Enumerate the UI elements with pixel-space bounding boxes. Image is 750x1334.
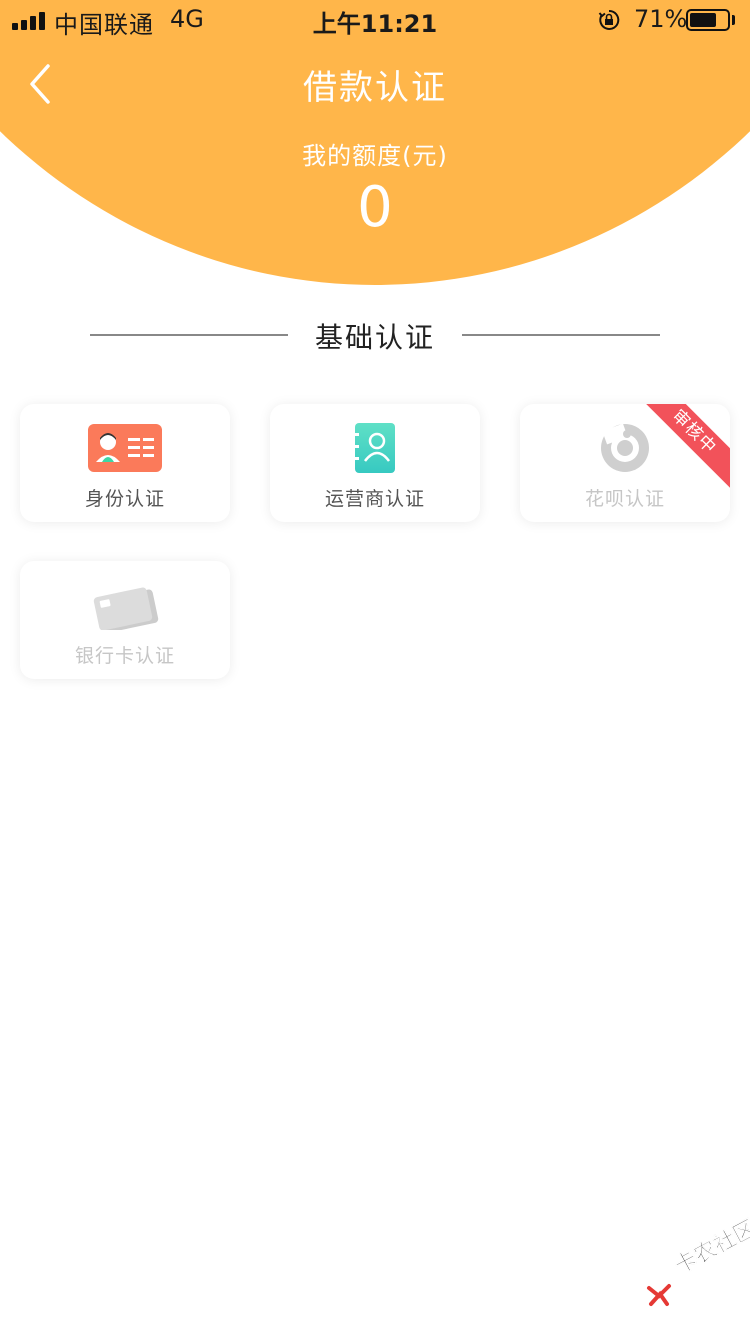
battery-fill [690,13,716,27]
card-label: 身份认证 [84,488,165,510]
community-watermark: 卡农社区 [644,1216,750,1314]
card-label: 银行卡认证 [74,645,175,667]
quota-value: 0 [357,175,393,240]
battery-icon [686,9,730,31]
bank-card-verification-card[interactable]: 银行卡认证 [20,561,230,679]
bank-card-icon [93,587,159,630]
huabei-icon [601,423,649,472]
battery-percent: 71% [634,5,688,33]
card-icon-wrap [20,422,230,474]
card-label: 运营商认证 [324,488,425,510]
id-card-icon [88,424,162,472]
orientation-lock-icon [598,9,620,30]
card-label: 花呗认证 [584,488,665,510]
card-icon-wrap [270,422,480,474]
huabei-verification-card[interactable]: 花呗认证 审核中 [520,404,730,522]
quota-label: 我的额度(元) [302,142,448,170]
watermark-text: 卡农社区 [670,1215,750,1280]
contact-book-icon [353,423,395,473]
page-title: 借款认证 [303,68,447,108]
section-title: 基础认证 [314,321,435,354]
status-bar: 中国联通 4G 上午11:21 71% [0,0,750,40]
battery-cap [732,15,735,25]
id-verification-card[interactable]: 身份认证 [20,404,230,522]
carrier-verification-card[interactable]: 运营商认证 [270,404,480,522]
section-divider-right [462,334,660,336]
card-icon-wrap [20,579,230,631]
watermark-logo-icon [647,1284,671,1306]
loan-verification-page: 中国联通 4G 上午11:21 71% 借款认证 我的额度(元) 0 基础认证 [0,0,750,1334]
